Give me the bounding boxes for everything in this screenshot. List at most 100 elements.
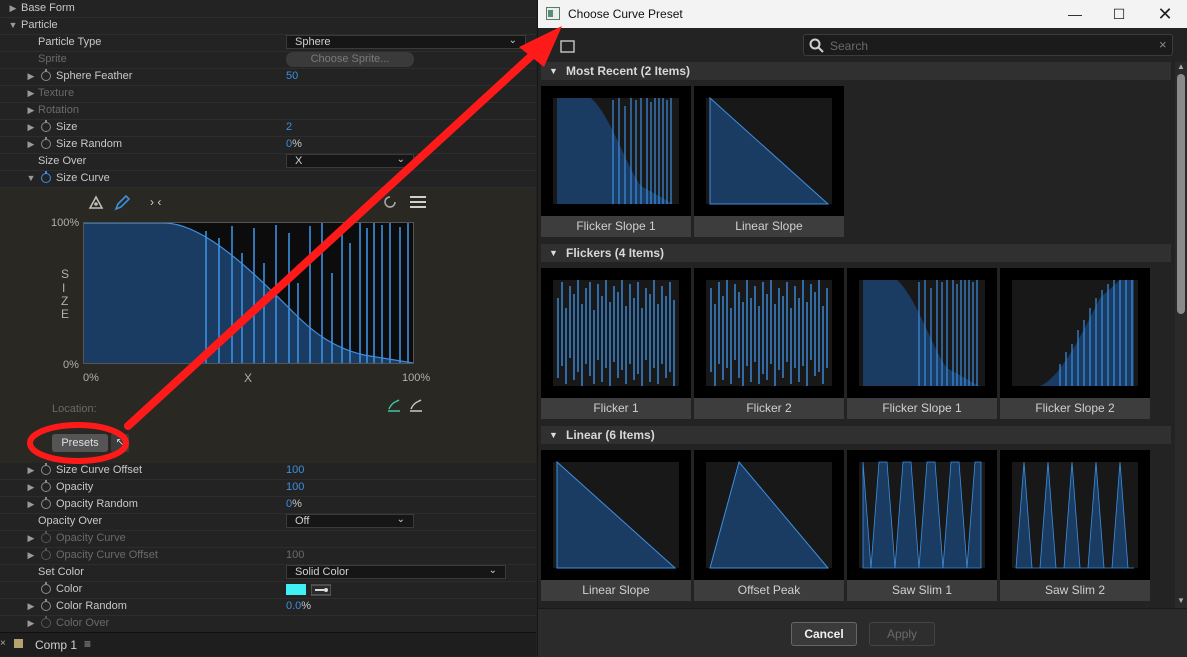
property-row-rotation[interactable]: ▶ Rotation: [0, 102, 536, 120]
twirl-right-icon[interactable]: ▶: [26, 121, 36, 133]
cancel-button[interactable]: Cancel: [791, 622, 857, 646]
scrollbar-thumb[interactable]: [1177, 74, 1185, 314]
collapse-arrow-icon[interactable]: ▼: [549, 244, 558, 262]
menu-icon[interactable]: [410, 195, 426, 209]
stopwatch-icon[interactable]: [41, 120, 51, 132]
preset-card[interactable]: Linear Slope: [694, 86, 844, 237]
presets-cursor-icon[interactable]: ↖: [111, 434, 129, 452]
preset-name: Saw Slim 2: [1000, 580, 1150, 601]
property-label: Texture: [38, 87, 75, 99]
property-row-color: Color: [0, 581, 536, 599]
close-button[interactable]: ✕: [1142, 0, 1187, 28]
twirl-right-icon[interactable]: ▶: [26, 464, 36, 476]
property-row-size-curve-offset: ▶ Size Curve Offset 100: [0, 462, 536, 480]
property-label: Base Form: [21, 2, 75, 14]
collapse-arrow-icon[interactable]: ▼: [549, 426, 558, 444]
set-color-dropdown[interactable]: Solid Color ⌄: [286, 565, 506, 579]
vertical-scrollbar[interactable]: ▲ ▼: [1175, 62, 1187, 608]
property-label: Color: [56, 583, 83, 595]
opacity-over-dropdown[interactable]: Off ⌄: [286, 514, 414, 528]
twirl-down-icon[interactable]: ▼: [26, 172, 36, 184]
twirl-right-icon[interactable]: ▶: [26, 138, 36, 150]
property-label: Size Over: [38, 155, 87, 167]
scroll-down-icon[interactable]: ▼: [1177, 596, 1185, 605]
twirl-right-icon[interactable]: ▶: [26, 549, 36, 561]
size-over-dropdown[interactable]: X ⌄: [286, 154, 414, 168]
twirl-right-icon[interactable]: ▶: [26, 104, 36, 116]
tab-comp-1[interactable]: Comp 1: [35, 638, 77, 652]
folder-icon[interactable]: [560, 38, 576, 54]
tab-menu-icon[interactable]: ≡: [84, 637, 91, 651]
section-header-most-recent[interactable]: ▼ Most Recent (2 Items): [541, 62, 1171, 80]
choose-sprite-button[interactable]: Choose Sprite...: [286, 52, 414, 67]
property-value[interactable]: 0%: [286, 138, 302, 150]
scroll-up-icon[interactable]: ▲: [1177, 62, 1185, 71]
stopwatch-icon[interactable]: [41, 599, 51, 611]
twirl-right-icon[interactable]: ▶: [26, 532, 36, 544]
collapse-arrow-icon[interactable]: ▼: [549, 62, 558, 80]
eyedropper-icon[interactable]: [311, 584, 331, 596]
search-box[interactable]: ×: [803, 34, 1173, 56]
pencil-icon[interactable]: [113, 194, 131, 212]
property-value[interactable]: 100: [286, 481, 304, 493]
twirl-right-icon[interactable]: ▶: [26, 481, 36, 493]
maximize-button[interactable]: ☐: [1096, 0, 1142, 28]
property-label: Color Over: [56, 617, 110, 629]
twirl-right-icon[interactable]: ▶: [26, 498, 36, 510]
curve-in-icon[interactable]: [386, 398, 402, 414]
section-header-linear[interactable]: ▼ Linear (6 Items): [541, 426, 1171, 444]
property-label: Size Random: [56, 138, 123, 150]
preset-card[interactable]: Saw Slim 2: [1000, 450, 1150, 601]
section-header-flickers[interactable]: ▼ Flickers (4 Items): [541, 244, 1171, 262]
reset-curve-icon[interactable]: › ‹: [150, 195, 161, 209]
curve-out-icon[interactable]: [408, 398, 424, 414]
preset-card[interactable]: Flicker 1: [541, 268, 691, 419]
twirl-right-icon[interactable]: ▶: [26, 617, 36, 629]
preset-card[interactable]: Saw Slim 1: [847, 450, 997, 601]
preset-card[interactable]: Flicker Slope 1: [541, 86, 691, 237]
property-value[interactable]: 100: [286, 464, 304, 476]
stopwatch-icon[interactable]: [41, 171, 51, 183]
property-value[interactable]: 50: [286, 70, 298, 82]
twirl-right-icon[interactable]: ▶: [26, 600, 36, 612]
search-input[interactable]: [828, 36, 1152, 56]
stopwatch-icon[interactable]: [41, 137, 51, 149]
close-icon[interactable]: ×: [0, 638, 6, 649]
property-label: Sprite: [38, 53, 67, 65]
loop-icon[interactable]: [382, 194, 398, 210]
stopwatch-icon[interactable]: [41, 463, 51, 475]
twirl-right-icon[interactable]: ▶: [26, 87, 36, 99]
preset-card[interactable]: Offset Peak: [694, 450, 844, 601]
stopwatch-icon[interactable]: [41, 497, 51, 509]
clear-search-icon[interactable]: ×: [1159, 37, 1167, 52]
property-value[interactable]: 0.0%: [286, 600, 311, 612]
minimize-button[interactable]: —: [1052, 0, 1098, 28]
graph-x-axis-label: X: [244, 371, 253, 385]
property-row-texture[interactable]: ▶ Texture: [0, 85, 536, 103]
twirl-down-icon[interactable]: ▼: [8, 19, 18, 31]
property-row-base-form[interactable]: ▶ Base Form: [0, 0, 536, 18]
stopwatch-icon[interactable]: [41, 582, 51, 594]
property-value[interactable]: 2: [286, 121, 292, 133]
preset-card[interactable]: Flicker Slope 1: [847, 268, 997, 419]
stopwatch-icon[interactable]: [41, 480, 51, 492]
pen-tool-icon[interactable]: [86, 194, 106, 212]
graph-y-max-label: 100%: [51, 217, 80, 229]
particle-type-dropdown[interactable]: Sphere ⌄: [286, 35, 526, 49]
preset-card[interactable]: Flicker Slope 2: [1000, 268, 1150, 419]
property-value[interactable]: 0%: [286, 498, 302, 510]
color-swatch[interactable]: [286, 584, 306, 595]
property-row-particle[interactable]: ▼ Particle: [0, 17, 536, 35]
preset-card[interactable]: Linear Slope: [541, 450, 691, 601]
property-label: Set Color: [38, 566, 84, 578]
twirl-right-icon[interactable]: ▶: [8, 2, 18, 14]
presets-button[interactable]: Presets: [52, 434, 108, 452]
stopwatch-icon: [41, 531, 51, 543]
property-row-sprite: Sprite Choose Sprite...: [0, 51, 536, 69]
size-curve-graph[interactable]: [83, 222, 414, 364]
preset-card[interactable]: Flicker 2: [694, 268, 844, 419]
property-label: Size Curve Offset: [56, 464, 142, 476]
stopwatch-icon[interactable]: [41, 69, 51, 81]
twirl-right-icon[interactable]: ▶: [26, 70, 36, 82]
apply-button[interactable]: Apply: [869, 622, 935, 646]
